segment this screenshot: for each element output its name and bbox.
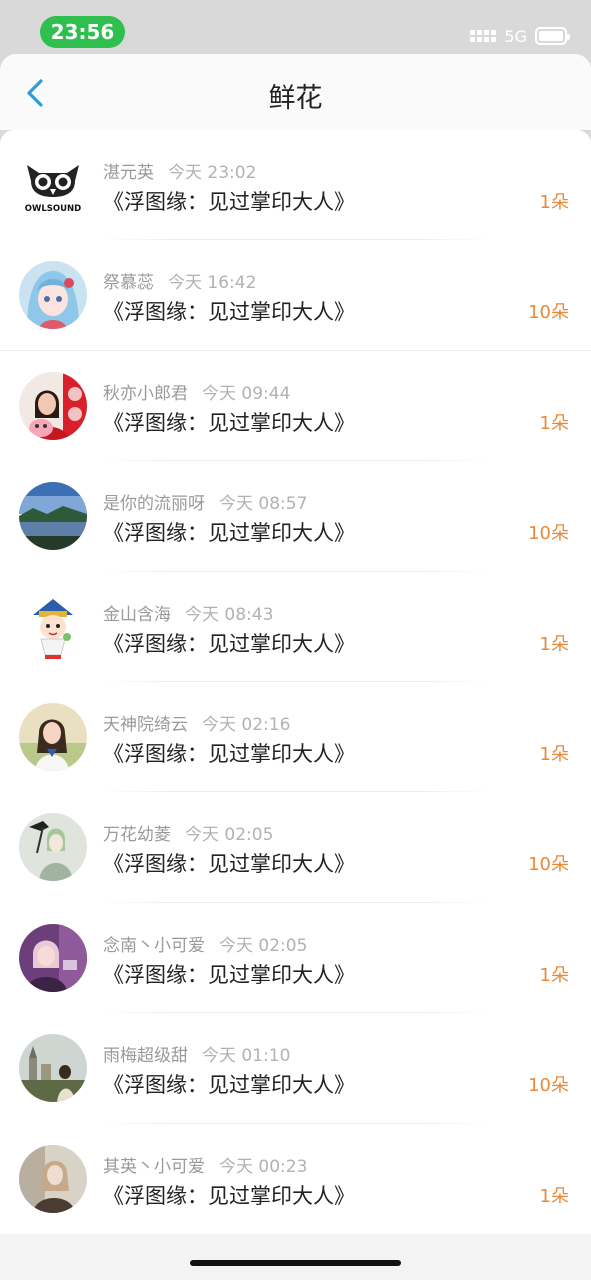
list-item[interactable]: OWLSOUND 湛元英 今天 23:02 《浮图缘：见过掌印大人》 1朵 <box>0 130 591 241</box>
book-title: 《浮图缘：见过掌印大人》 <box>103 521 355 546</box>
flower-count: 1朵 <box>539 192 569 213</box>
landscape-avatar-icon <box>19 482 87 551</box>
meta-line: 念南丶小可爱 今天 02:05 <box>103 931 307 956</box>
timestamp: 今天 23:02 <box>168 163 257 183</box>
flower-count: 10朵 <box>528 302 569 324</box>
book-title: 《浮图缘：见过掌印大人》 <box>103 962 355 987</box>
timestamp: 今天 01:10 <box>202 1046 291 1067</box>
list-item[interactable]: 秋亦小郎君 今天 09:44 《浮图缘：见过掌印大人》 1朵 <box>0 351 591 462</box>
book-title: 《浮图缘：见过掌印大人》 <box>103 190 355 214</box>
avatar <box>19 923 87 992</box>
home-indicator[interactable] <box>190 1260 401 1266</box>
avatar: OWLSOUND <box>19 151 87 219</box>
list-item[interactable]: 祭慕蕊 今天 16:42 《浮图缘：见过掌印大人》 10朵 <box>0 240 591 351</box>
status-time: 23:56 <box>40 16 125 48</box>
meta-line: 万花幼菱 今天 02:05 <box>103 820 273 845</box>
user-name: 秋亦小郎君 <box>103 383 188 404</box>
list-item[interactable]: 天神院绮云 今天 02:16 《浮图缘：见过掌印大人》 1朵 <box>0 682 591 793</box>
meta-line: 雨梅超级甜 今天 01:10 <box>103 1041 290 1066</box>
timestamp: 今天 08:57 <box>219 494 308 515</box>
meta-line: 秋亦小郎君 今天 09:44 <box>103 379 290 404</box>
user-name: 金山含海 <box>103 604 171 625</box>
bottom-bar <box>0 1234 591 1280</box>
user-name: 万花幼菱 <box>103 825 171 846</box>
avatar <box>19 702 87 771</box>
user-name: 湛元英 <box>103 163 154 183</box>
battery-icon <box>535 27 570 45</box>
list-item[interactable]: 念南丶小可爱 今天 02:05 《浮图缘：见过掌印大人》 1朵 <box>0 903 591 1014</box>
status-indicators: 5G <box>470 26 570 46</box>
avatar <box>19 482 87 551</box>
timestamp: 今天 02:05 <box>219 935 308 956</box>
signal-icon <box>470 30 497 42</box>
book-title: 《浮图缘：见过掌印大人》 <box>103 410 355 435</box>
person-avatar-icon <box>19 1144 87 1213</box>
timestamp: 今天 02:05 <box>185 825 274 846</box>
owl-logo-icon: OWLSOUND <box>25 165 81 214</box>
flower-count: 10朵 <box>528 523 569 545</box>
user-name: 天神院绮云 <box>103 714 188 735</box>
timestamp: 今天 08:43 <box>185 604 274 625</box>
book-title: 《浮图缘：见过掌印大人》 <box>103 300 355 325</box>
meta-line: 金山含海 今天 08:43 <box>103 600 273 625</box>
list-item[interactable]: 金山含海 今天 08:43 《浮图缘：见过掌印大人》 1朵 <box>0 572 591 682</box>
status-bar: 23:56 5G <box>0 0 591 54</box>
avatar <box>19 813 87 882</box>
list-item[interactable]: 其英丶小可爱 今天 00:23 《浮图缘：见过掌印大人》 1朵 <box>0 1124 591 1234</box>
user-name: 祭慕蕊 <box>103 273 154 294</box>
user-name: 是你的流丽呀 <box>103 494 205 515</box>
person-avatar-icon <box>19 702 87 771</box>
illustration-avatar-icon <box>19 813 87 882</box>
flower-count: 1朵 <box>539 1185 569 1207</box>
timestamp: 今天 16:42 <box>168 273 257 294</box>
nav-header: 鲜花 <box>0 54 591 130</box>
book-title: 《浮图缘：见过掌印大人》 <box>103 852 355 877</box>
flower-record-list: OWLSOUND 湛元英 今天 23:02 《浮图缘：见过掌印大人》 1朵 祭慕蕊… <box>0 130 591 1234</box>
flower-count: 1朵 <box>539 633 569 655</box>
cartoon-avatar-icon <box>19 592 87 661</box>
list-item[interactable]: 万花幼菱 今天 02:05 《浮图缘：见过掌印大人》 10朵 <box>0 792 591 903</box>
flower-count: 10朵 <box>528 1075 569 1097</box>
avatar <box>19 371 87 440</box>
page-title: 鲜花 <box>268 83 323 114</box>
anime-girl-avatar-icon <box>19 261 87 330</box>
meta-line: 其英丶小可爱 今天 00:23 <box>103 1152 307 1177</box>
meta-line: 湛元英 今天 23:02 <box>103 158 256 183</box>
svg-text:OWLSOUND: OWLSOUND <box>25 204 81 214</box>
meta-line: 祭慕蕊 今天 16:42 <box>103 268 256 293</box>
avatar <box>19 592 87 661</box>
timestamp: 今天 02:16 <box>202 714 291 735</box>
timestamp: 今天 00:23 <box>219 1156 308 1177</box>
flower-count: 1朵 <box>539 412 569 434</box>
flower-count: 10朵 <box>528 854 569 876</box>
user-name: 雨梅超级甜 <box>103 1046 188 1067</box>
user-name: 念南丶小可爱 <box>103 935 205 956</box>
book-title: 《浮图缘：见过掌印大人》 <box>103 1183 355 1208</box>
avatar <box>19 1034 87 1103</box>
avatar <box>19 261 87 330</box>
list-item[interactable]: 雨梅超级甜 今天 01:10 《浮图缘：见过掌印大人》 10朵 <box>0 1013 591 1124</box>
castle-avatar-icon <box>19 1034 87 1103</box>
book-title: 《浮图缘：见过掌印大人》 <box>103 631 355 656</box>
avatar <box>19 1144 87 1213</box>
book-title: 《浮图缘：见过掌印大人》 <box>103 1073 355 1098</box>
flower-count: 1朵 <box>539 743 569 765</box>
person-avatar-icon <box>19 371 87 440</box>
timestamp: 今天 09:44 <box>202 383 291 404</box>
meta-line: 天神院绮云 今天 02:16 <box>103 710 290 735</box>
flower-count: 1朵 <box>539 964 569 986</box>
meta-line: 是你的流丽呀 今天 08:57 <box>103 489 307 514</box>
network-type: 5G <box>504 26 527 46</box>
list-item[interactable]: 是你的流丽呀 今天 08:57 《浮图缘：见过掌印大人》 10朵 <box>0 461 591 572</box>
user-name: 其英丶小可爱 <box>103 1156 205 1177</box>
illustration-avatar-icon <box>19 923 87 992</box>
book-title: 《浮图缘：见过掌印大人》 <box>103 741 355 766</box>
